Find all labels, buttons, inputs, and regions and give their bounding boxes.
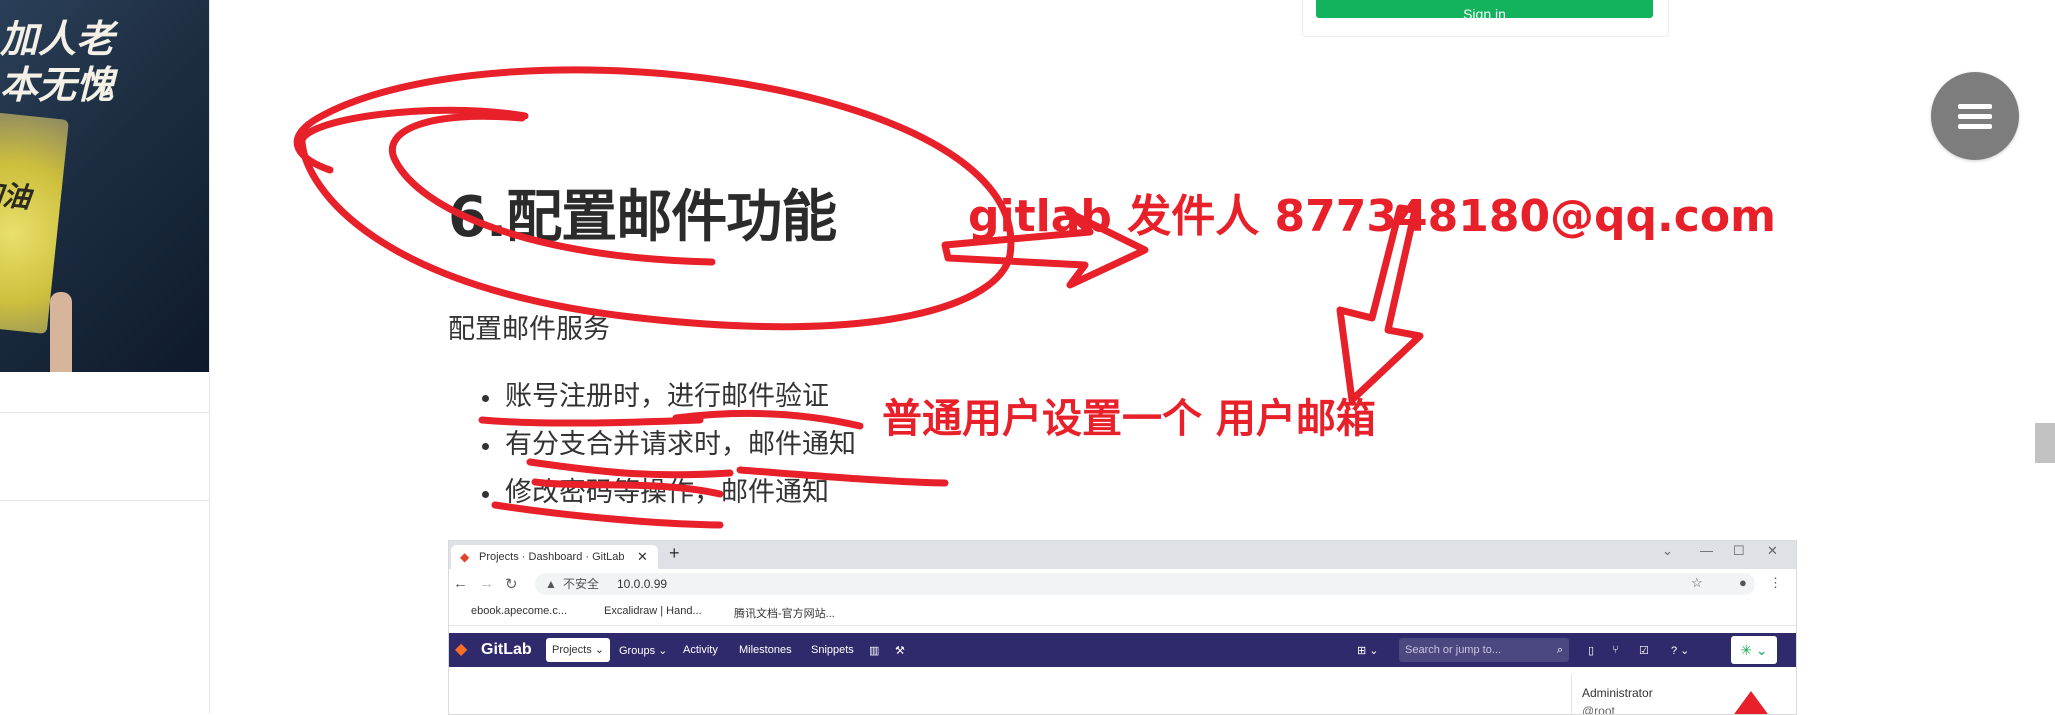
list-item: 有分支合并请求时，邮件通知	[448, 425, 856, 473]
bookmarks-bar: ebook.apecome.c... Excalidraw | Hand... …	[449, 599, 1796, 626]
merge-request-icon[interactable]: ⑂	[1612, 644, 1619, 656]
section-heading: 6.配置邮件功能	[448, 185, 837, 250]
embedded-screenshot: ◆ Projects · Dashboard · GitLab ✕ + ⌄ — …	[448, 540, 1797, 715]
nav-projects[interactable]: Projects ⌄	[546, 638, 611, 662]
search-input[interactable]: Search or jump to... ⌕	[1399, 638, 1569, 662]
plus-icon[interactable]: ⊞ ⌄	[1357, 644, 1379, 657]
menu-icon	[1958, 124, 1992, 129]
avatar[interactable]: ✳ ⌄	[1731, 636, 1777, 664]
menu-icon	[1958, 114, 1992, 119]
sidebar-divider	[0, 500, 209, 501]
more-icon[interactable]: ⋮	[1769, 575, 1782, 591]
bookmark-item[interactable]: ebook.apecome.c...	[471, 605, 567, 617]
intro-paragraph: 配置邮件服务	[448, 314, 610, 345]
chart-icon[interactable]: ▥	[869, 644, 879, 657]
todo-icon[interactable]: ☑	[1639, 644, 1649, 657]
browser-tabbar: ◆ Projects · Dashboard · GitLab ✕ + ⌄ — …	[449, 541, 1796, 569]
nav-milestones[interactable]: Milestones	[739, 644, 792, 656]
gitlab-brand[interactable]: GitLab	[481, 641, 532, 659]
nav-activity[interactable]: Activity	[683, 644, 718, 656]
sidebar-divider	[0, 412, 209, 413]
close-icon[interactable]: ✕	[637, 545, 648, 569]
annotation-arrow	[1729, 691, 1773, 714]
sidebar-banner-image: 加人老 本无愧 加油	[0, 0, 209, 372]
menu-icon	[1958, 104, 1992, 109]
banner-hand	[50, 292, 72, 372]
forward-icon[interactable]: →	[479, 575, 494, 592]
nav-snippets[interactable]: Snippets	[811, 644, 854, 656]
gitlab-navbar: ◆ GitLab Projects ⌄ Groups ⌄ Activity Mi…	[449, 633, 1796, 667]
reload-icon[interactable]: ↻	[505, 575, 518, 593]
issues-icon[interactable]: ▯	[1588, 644, 1594, 657]
floating-menu-button[interactable]	[1931, 72, 2019, 160]
feature-list: 账号注册时，进行邮件验证 有分支合并请求时，邮件通知 修改密码等操作，邮件通知	[448, 377, 856, 521]
nav-groups[interactable]: Groups ⌄	[619, 644, 667, 657]
annotation-sender: gitlab 发件人 877348180@qq.com	[968, 191, 1776, 242]
new-tab-icon[interactable]: +	[669, 543, 680, 564]
chevron-down-icon[interactable]: ⌄	[1662, 543, 1673, 559]
search-icon: ⌕	[1556, 644, 1563, 656]
back-icon[interactable]: ←	[453, 575, 468, 592]
gitlab-logo-icon: ◆	[460, 550, 470, 564]
gitlab-logo-icon[interactable]: ◆	[455, 639, 467, 659]
bookmark-item[interactable]: Excalidraw | Hand...	[604, 605, 702, 617]
help-icon[interactable]: ? ⌄	[1671, 644, 1689, 657]
wrench-icon[interactable]: ⚒	[895, 644, 905, 657]
bookmark-item[interactable]: 腾讯文档-官方网站...	[734, 605, 835, 621]
browser-tab[interactable]: ◆ Projects · Dashboard · GitLab ✕	[451, 545, 658, 569]
scrollbar-thumb[interactable]	[2035, 423, 2055, 463]
banner-calligraphy: 加人老 本无愧	[0, 16, 115, 107]
list-item: 修改密码等操作，邮件通知	[448, 473, 856, 521]
warning-icon: ▲	[545, 577, 557, 591]
signin-button[interactable]: Sign in	[1316, 0, 1653, 22]
close-window-icon[interactable]: ✕	[1767, 543, 1778, 559]
profile-icon[interactable]: ●	[1739, 575, 1747, 590]
annotation-user-email: 普通用户设置一个 用户邮箱	[882, 396, 1376, 442]
star-icon[interactable]: ☆	[1691, 575, 1703, 591]
signin-card: Sign in	[1302, 0, 1669, 37]
url-bar[interactable]: ▲ 不安全 10.0.0.99	[535, 573, 1755, 595]
minimize-icon[interactable]: —	[1700, 543, 1713, 558]
maximize-icon[interactable]: ☐	[1733, 543, 1745, 559]
left-sidebar: 加人老 本无愧 加油	[0, 0, 210, 713]
list-item: 账号注册时，进行邮件验证	[448, 377, 856, 425]
